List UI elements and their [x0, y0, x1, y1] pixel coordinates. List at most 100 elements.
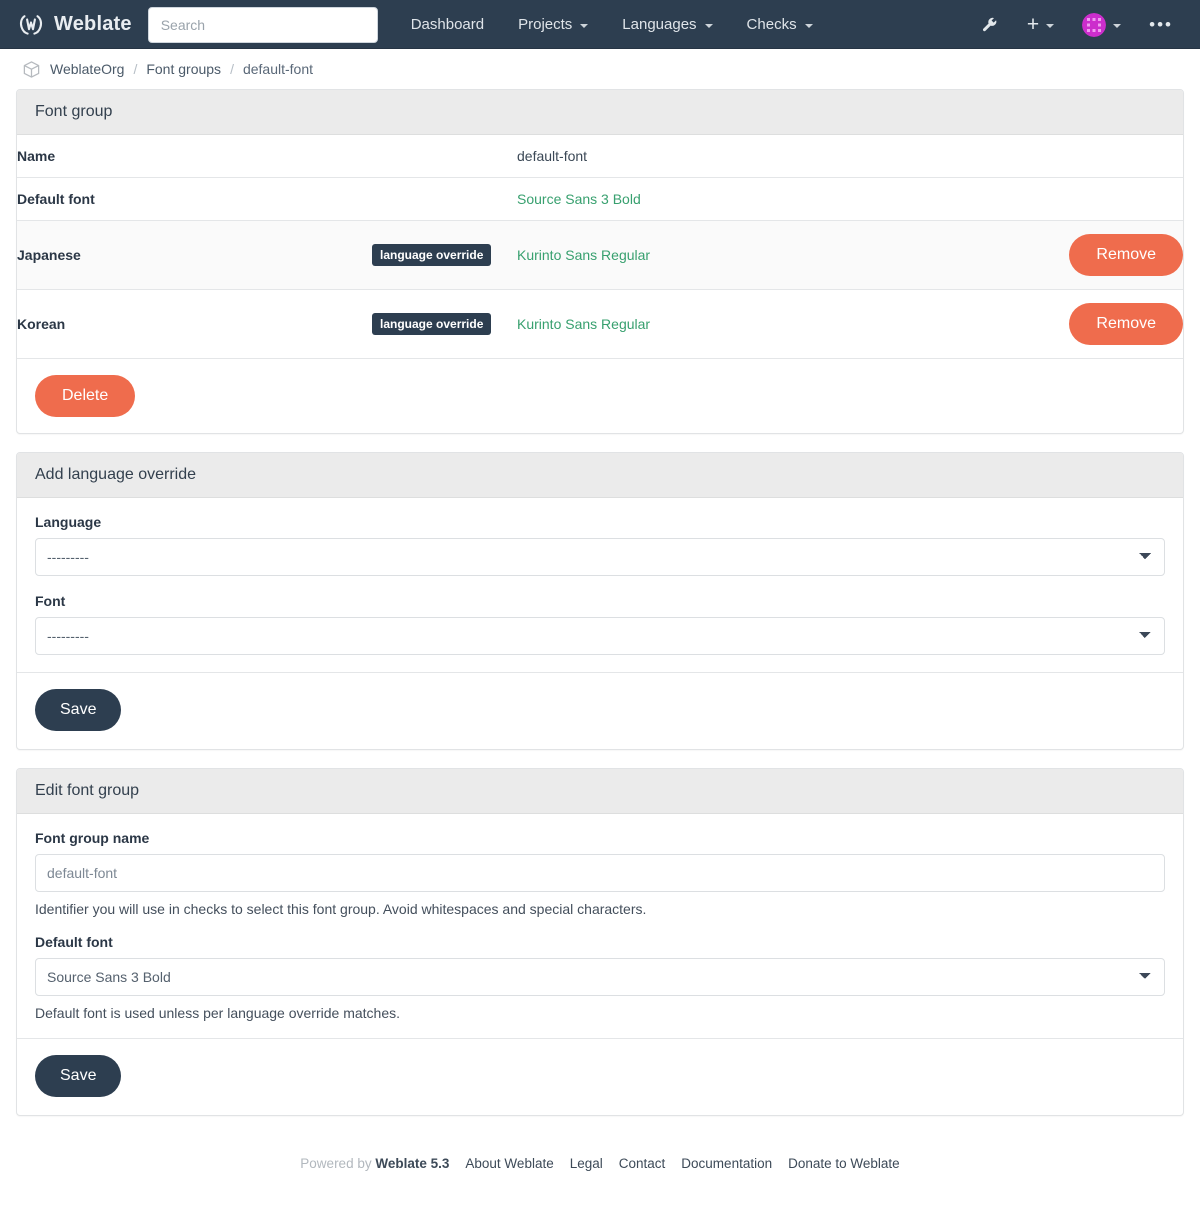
font-group-name-help: Identifier you will use in checks to sel… — [35, 901, 647, 917]
footer-link-about[interactable]: About Weblate — [465, 1156, 553, 1171]
font-group-name-group: Font group name Identifier you will use … — [35, 830, 1165, 917]
powered-by-version: Weblate 5.3 — [375, 1156, 450, 1171]
row-action-cell: Remove — [887, 290, 1183, 359]
font-group-name-label: Font group name — [35, 830, 150, 846]
nav-link-label: Languages — [622, 16, 697, 33]
chevron-down-icon — [704, 23, 713, 28]
weblate-logo-icon — [18, 12, 44, 38]
edit-font-group-panel: Edit font group Font group name Identifi… — [16, 768, 1184, 1116]
table-row: Japanese language override Kurinto Sans … — [17, 220, 1183, 290]
footer-link-contact[interactable]: Contact — [619, 1156, 666, 1171]
nav-link-languages[interactable]: Languages — [607, 8, 727, 41]
edit-font-group-actions: Save — [35, 1039, 1165, 1097]
font-group-actions: Delete — [17, 358, 1183, 433]
table-row: Korean language override Kurinto Sans Re… — [17, 290, 1183, 359]
breadcrumb-separator: / — [133, 61, 138, 77]
footer-link-donate[interactable]: Donate to Weblate — [788, 1156, 900, 1171]
remove-override-button-japanese[interactable]: Remove — [1069, 234, 1183, 276]
more-menu-button[interactable]: ••• — [1136, 8, 1186, 41]
ellipsis-icon: ••• — [1149, 15, 1173, 34]
brand-name: Weblate — [54, 13, 132, 35]
add-override-form: Language --------- Font --------- Save — [17, 498, 1183, 749]
font-select[interactable]: --------- — [35, 617, 1165, 655]
chevron-down-icon — [804, 23, 813, 28]
row-badge-cell: language override — [372, 221, 517, 290]
row-badge-cell — [372, 135, 517, 178]
row-value-text: default-font — [517, 148, 588, 164]
search-container — [147, 6, 378, 43]
nav-link-label: Dashboard — [410, 16, 485, 33]
search-input[interactable] — [147, 6, 378, 43]
breadcrumb-item-font-groups[interactable]: Font groups — [146, 61, 221, 77]
page-root: Weblate Dashboard Projects Languages Che… — [0, 0, 1200, 1227]
row-badge-cell: language override — [372, 290, 517, 359]
footer-link-documentation[interactable]: Documentation — [681, 1156, 772, 1171]
navbar-right-actions: + ••• — [968, 5, 1186, 45]
language-field-group: Language --------- — [35, 514, 1165, 576]
delete-font-group-button[interactable]: Delete — [35, 375, 136, 417]
default-font-select[interactable]: Source Sans 3 Bold — [35, 958, 1165, 996]
language-select[interactable]: --------- — [35, 538, 1165, 576]
nav-link-projects[interactable]: Projects — [503, 8, 603, 41]
nav-link-dashboard[interactable]: Dashboard — [396, 8, 499, 41]
add-override-actions: Save — [35, 673, 1165, 731]
remove-override-button-korean[interactable]: Remove — [1069, 303, 1183, 345]
chevron-down-icon — [1046, 23, 1055, 28]
primary-nav: Dashboard Projects Languages Checks — [396, 8, 828, 41]
override-font-link-japanese[interactable]: Kurinto Sans Regular — [517, 247, 650, 263]
edit-font-group-form: Font group name Identifier you will use … — [17, 814, 1183, 1115]
font-field-label: Font — [35, 593, 66, 609]
row-label: Korean — [17, 316, 66, 332]
override-font-link-korean[interactable]: Kurinto Sans Regular — [517, 316, 650, 332]
save-font-group-button[interactable]: Save — [35, 1055, 122, 1097]
default-font-label: Default font — [35, 934, 113, 950]
breadcrumb: WeblateOrg / Font groups / default-font — [0, 49, 1200, 89]
edit-panel-title: Edit font group — [17, 769, 1183, 814]
user-avatar-icon — [1082, 12, 1107, 37]
font-field-group: Font --------- — [35, 593, 1165, 655]
nav-link-label: Checks — [746, 16, 797, 33]
add-menu-button[interactable]: + — [1014, 6, 1067, 43]
font-group-name-input[interactable] — [35, 854, 1165, 892]
page-footer: Powered by Weblate 5.3 About Weblate Leg… — [0, 1134, 1200, 1201]
add-override-panel-title: Add language override — [17, 453, 1183, 498]
default-font-link[interactable]: Source Sans 3 Bold — [517, 191, 641, 207]
status-badge: language override — [372, 313, 492, 335]
cube-icon — [22, 60, 41, 79]
row-badge-cell — [372, 178, 517, 221]
nav-link-checks[interactable]: Checks — [732, 8, 828, 41]
add-language-override-panel: Add language override Language ---------… — [16, 452, 1184, 750]
status-badge: language override — [372, 244, 492, 266]
nav-link-label: Projects — [518, 16, 573, 33]
row-value: Kurinto Sans Regular — [517, 221, 887, 290]
breadcrumb-separator: / — [230, 61, 234, 77]
default-font-help: Default font is used unless per language… — [35, 1005, 400, 1021]
language-field-label: Language — [35, 514, 102, 530]
footer-link-legal[interactable]: Legal — [570, 1156, 603, 1171]
wrench-icon — [981, 16, 999, 34]
brand-home-link[interactable]: Weblate — [18, 12, 132, 38]
top-navbar: Weblate Dashboard Projects Languages Che… — [0, 0, 1200, 49]
row-action-cell — [887, 135, 1183, 178]
row-label: Default font — [17, 191, 95, 207]
user-menu-button[interactable] — [1069, 5, 1134, 45]
row-value: Source Sans 3 Bold — [517, 178, 887, 221]
tools-menu-button[interactable] — [968, 8, 1012, 42]
powered-by-prefix: Powered by — [300, 1156, 372, 1171]
breadcrumb-item-current: default-font — [242, 61, 314, 77]
default-font-group: Default font Source Sans 3 Bold Default … — [35, 934, 1165, 1021]
breadcrumb-item-org[interactable]: WeblateOrg — [50, 61, 124, 77]
plus-icon: + — [1026, 13, 1040, 36]
font-group-panel: Font group Name default-font Default fon… — [16, 89, 1184, 434]
font-group-table: Name default-font Default font Source Sa… — [17, 135, 1183, 358]
font-group-panel-title: Font group — [17, 90, 1183, 135]
chevron-down-icon — [580, 23, 589, 28]
row-action-cell — [887, 178, 1183, 221]
row-label: Name — [17, 148, 56, 164]
save-override-button[interactable]: Save — [35, 689, 122, 731]
table-row: Name default-font — [17, 135, 1183, 178]
row-action-cell: Remove — [887, 221, 1183, 290]
table-row: Default font Source Sans 3 Bold — [17, 178, 1183, 221]
powered-by-text: Powered by Weblate 5.3 — [300, 1156, 449, 1171]
row-value: default-font — [517, 135, 887, 178]
